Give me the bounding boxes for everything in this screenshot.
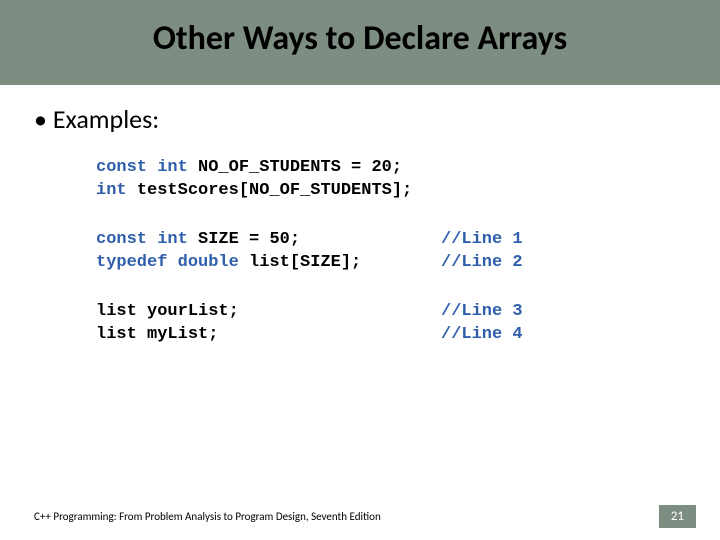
code-comment: //Line 2 <box>441 252 523 275</box>
bullet-text: Examples: <box>53 103 159 135</box>
code-token: testScores[NO_OF_STUDENTS]; <box>137 181 412 200</box>
code-comment: //Line 3 <box>441 301 523 324</box>
code-token: SIZE = 50; <box>198 230 300 249</box>
slide-title: Other Ways to Declare Arrays <box>0 18 720 59</box>
code-keyword: const int <box>96 230 198 249</box>
code-block-1: const int NO_OF_STUDENTS = 20; int testS… <box>96 157 720 203</box>
code-token: list yourList; <box>96 302 239 321</box>
code-line: const int NO_OF_STUDENTS = 20; <box>96 157 720 180</box>
code-comment: //Line 4 <box>441 324 523 347</box>
code-area: const int NO_OF_STUDENTS = 20; int testS… <box>34 135 720 347</box>
code-block-2: const int SIZE = 50; //Line 1 typedef do… <box>96 229 720 275</box>
page-number: 21 <box>659 505 696 528</box>
footer-text: C++ Programming: From Problem Analysis t… <box>34 510 381 523</box>
code-line: list myList; //Line 4 <box>96 324 720 347</box>
code-line: int testScores[NO_OF_STUDENTS]; <box>96 180 720 203</box>
code-keyword: typedef double <box>96 253 249 272</box>
code-token: list[SIZE]; <box>249 253 361 272</box>
code-line: list yourList; //Line 3 <box>96 301 720 324</box>
title-band: Other Ways to Declare Arrays <box>0 0 720 85</box>
code-token: list myList; <box>96 325 218 344</box>
content-area: • Examples: const int NO_OF_STUDENTS = 2… <box>0 85 720 347</box>
code-line: typedef double list[SIZE]; //Line 2 <box>96 252 720 275</box>
code-keyword: int <box>96 181 137 200</box>
code-line: const int SIZE = 50; //Line 1 <box>96 229 720 252</box>
code-keyword: const int <box>96 158 198 177</box>
footer: C++ Programming: From Problem Analysis t… <box>0 505 720 528</box>
code-token: NO_OF_STUDENTS = 20; <box>198 158 402 177</box>
bullet-examples: • Examples: <box>34 103 720 135</box>
code-block-3: list yourList; //Line 3 list myList; //L… <box>96 301 720 347</box>
code-comment: //Line 1 <box>441 229 523 252</box>
